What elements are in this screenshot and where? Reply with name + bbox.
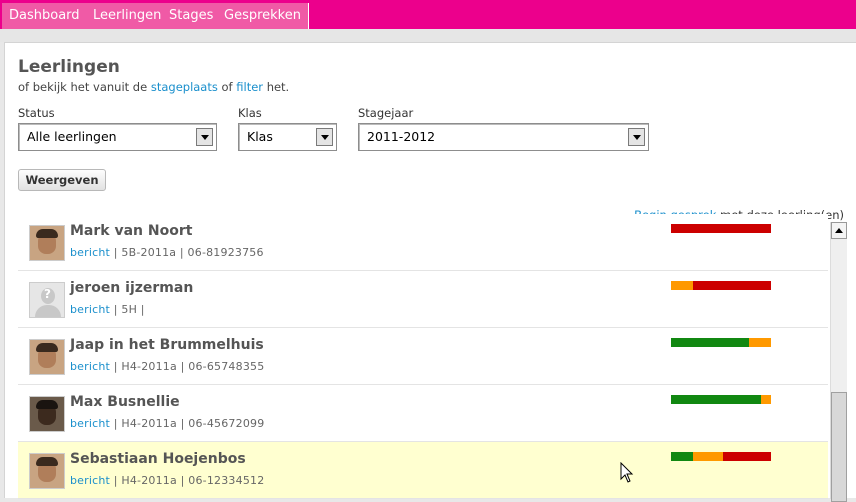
tab-leerlingen[interactable]: Leerlingen [86, 3, 170, 29]
chevron-down-icon[interactable] [316, 128, 333, 146]
student-name[interactable]: Mark van Noort [70, 223, 192, 239]
tab-dashboard[interactable]: Dashboard [2, 3, 88, 29]
student-class: H4-2011a [121, 417, 177, 430]
weergeven-button[interactable]: Weergeven [18, 169, 106, 191]
student-phone: 06-45672099 [188, 417, 265, 430]
progress-bar [671, 224, 771, 233]
student-name[interactable]: Sebastiaan Hoejenbos [70, 451, 246, 467]
list-item[interactable]: Sebastiaan Hoejenbos bericht | H4-2011a … [18, 442, 828, 499]
student-name[interactable]: Jaap in het Brummelhuis [70, 337, 264, 353]
progress-bar [671, 281, 771, 290]
student-class: H4-2011a [121, 360, 177, 373]
student-class: 5B-2011a [121, 246, 177, 259]
student-name[interactable]: Max Busnellie [70, 394, 180, 410]
tab-gesprekken[interactable]: Gesprekken [217, 3, 309, 29]
status-select-value: Alle leerlingen [27, 129, 117, 144]
stagejaar-select-value: 2011-2012 [367, 129, 436, 144]
bericht-link[interactable]: bericht [70, 474, 110, 487]
avatar [29, 396, 65, 432]
student-list: Mark van Noort bericht | 5B-2011a | 06-8… [18, 214, 828, 499]
nav-divider [0, 29, 856, 42]
klas-label: Klas [238, 106, 262, 120]
student-phone: 06-65748355 [188, 360, 265, 373]
klas-select-value: Klas [247, 129, 273, 144]
progress-segment [723, 452, 771, 461]
scroll-thumb[interactable] [831, 392, 847, 502]
progress-segment [693, 281, 771, 290]
student-meta: bericht | H4-2011a | 06-12334512 [70, 474, 265, 487]
progress-segment [671, 224, 771, 233]
page-title: Leerlingen [18, 57, 120, 77]
student-phone: 06-81923756 [187, 246, 264, 259]
list-scrollbar[interactable] [830, 222, 847, 502]
filter-link[interactable]: filter [236, 80, 263, 94]
chevron-down-icon[interactable] [628, 128, 645, 146]
main-panel: Leerlingen of bekijk het vanuit de stage… [4, 42, 856, 502]
tab-stages[interactable]: Stages [162, 3, 222, 29]
progress-segment [671, 395, 761, 404]
progress-segment [693, 452, 723, 461]
student-meta: bericht | H4-2011a | 06-45672099 [70, 417, 265, 430]
stageplaats-link[interactable]: stageplaats [151, 80, 218, 94]
bericht-link[interactable]: bericht [70, 360, 110, 373]
bericht-link[interactable]: bericht [70, 246, 110, 259]
student-meta: bericht | 5B-2011a | 06-81923756 [70, 246, 264, 259]
progress-segment [761, 395, 771, 404]
chevron-down-icon[interactable] [196, 128, 213, 146]
student-class: H4-2011a [121, 474, 177, 487]
stagejaar-select[interactable]: 2011-2012 [358, 123, 649, 151]
stagejaar-label: Stagejaar [358, 106, 414, 120]
progress-bar [671, 395, 771, 404]
avatar [29, 282, 65, 318]
avatar [29, 225, 65, 261]
student-phone: 06-12334512 [188, 474, 265, 487]
avatar [29, 339, 65, 375]
subtitle-mid: of [221, 80, 233, 94]
list-item[interactable]: Max Busnellie bericht | H4-2011a | 06-45… [18, 385, 828, 442]
klas-select[interactable]: Klas [238, 123, 337, 151]
bericht-link[interactable]: bericht [70, 417, 110, 430]
top-navigation: Dashboard Leerlingen Stages Gesprekken [0, 0, 856, 29]
progress-segment [671, 452, 693, 461]
student-class: 5H [121, 303, 138, 316]
bericht-link[interactable]: bericht [70, 303, 110, 316]
status-label: Status [18, 106, 55, 120]
student-meta: bericht | H4-2011a | 06-65748355 [70, 360, 265, 373]
progress-bar [671, 452, 771, 461]
page-subtitle: of bekijk het vanuit de stageplaats of f… [18, 80, 289, 94]
list-item[interactable]: Jaap in het Brummelhuis bericht | H4-201… [18, 328, 828, 385]
mouse-cursor-icon [620, 462, 634, 483]
list-item[interactable]: Mark van Noort bericht | 5B-2011a | 06-8… [18, 214, 828, 271]
subtitle-suffix: het. [266, 80, 290, 94]
subtitle-prefix: of bekijk het vanuit de [18, 80, 148, 94]
scroll-up-icon[interactable] [831, 222, 847, 239]
avatar [29, 453, 65, 489]
student-name[interactable]: jeroen ijzerman [70, 280, 193, 296]
progress-segment [671, 281, 693, 290]
status-select[interactable]: Alle leerlingen [18, 123, 217, 151]
student-meta: bericht | 5H | [70, 303, 145, 316]
progress-segment [671, 338, 749, 347]
list-item[interactable]: jeroen ijzerman bericht | 5H | [18, 271, 828, 328]
progress-segment [749, 338, 771, 347]
progress-bar [671, 338, 771, 347]
